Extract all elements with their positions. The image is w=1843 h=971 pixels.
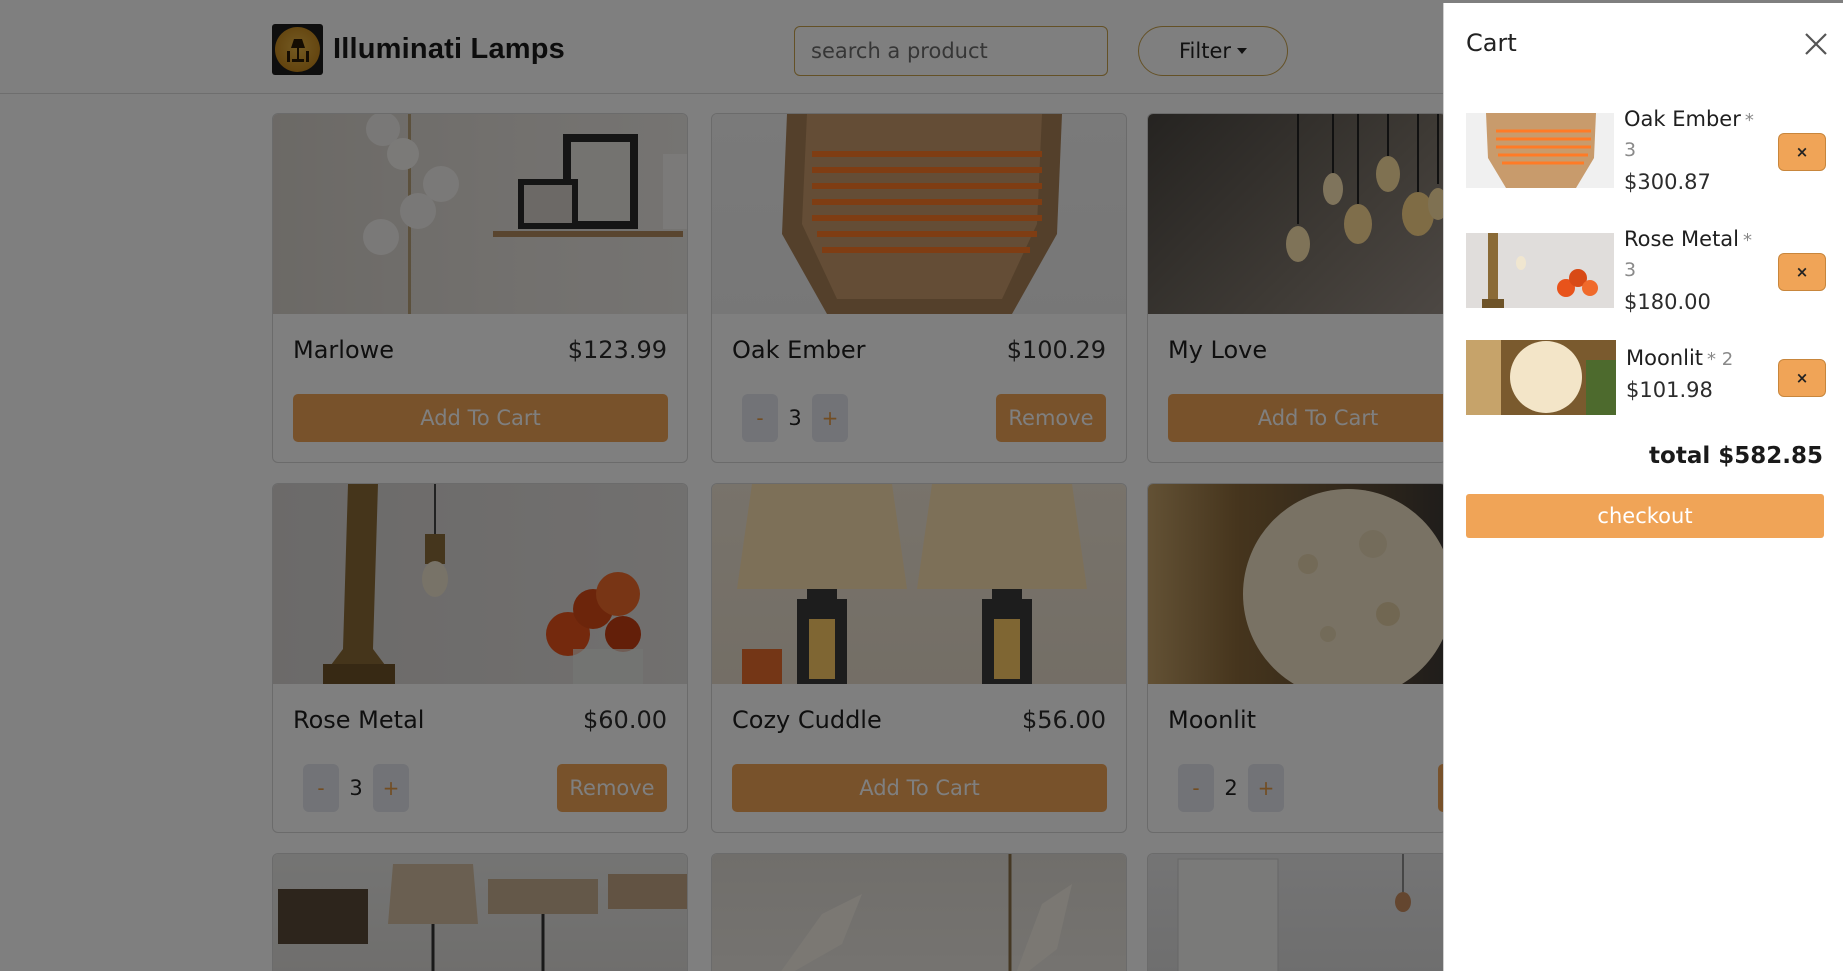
remove-item-button[interactable]: ×: [1778, 253, 1826, 291]
remove-item-button[interactable]: ×: [1778, 359, 1826, 397]
cart-total: total $582.85: [1649, 443, 1823, 469]
cart-item-quantity: 3: [1624, 139, 1637, 161]
remove-item-button[interactable]: ×: [1778, 133, 1826, 171]
cart-item-price: $180.00: [1624, 290, 1711, 314]
cart-item-image: [1466, 340, 1616, 415]
cart-item-price: $101.98: [1626, 378, 1713, 402]
close-icon[interactable]: [1803, 31, 1829, 57]
cart-item-name: Oak Ember *: [1624, 107, 1754, 131]
cart-item-quantity: 3: [1624, 259, 1637, 281]
cart-panel: Cart Oak Ember * 3 $300.87 × Rose Metal …: [1443, 3, 1843, 971]
checkout-button[interactable]: checkout: [1466, 494, 1824, 538]
cart-item-image: [1466, 233, 1614, 308]
cart-item-image: [1466, 113, 1614, 188]
cart-title: Cart: [1466, 29, 1517, 57]
cart-item: Oak Ember * 3 $300.87 ×: [1466, 107, 1826, 203]
cart-item-name: Rose Metal *: [1624, 227, 1753, 251]
cart-item-name: Moonlit * 2: [1626, 346, 1734, 370]
cart-item: Moonlit * 2 $101.98 ×: [1466, 340, 1826, 430]
cart-item-price: $300.87: [1624, 170, 1711, 194]
cart-item: Rose Metal * 3 $180.00 ×: [1466, 227, 1826, 323]
